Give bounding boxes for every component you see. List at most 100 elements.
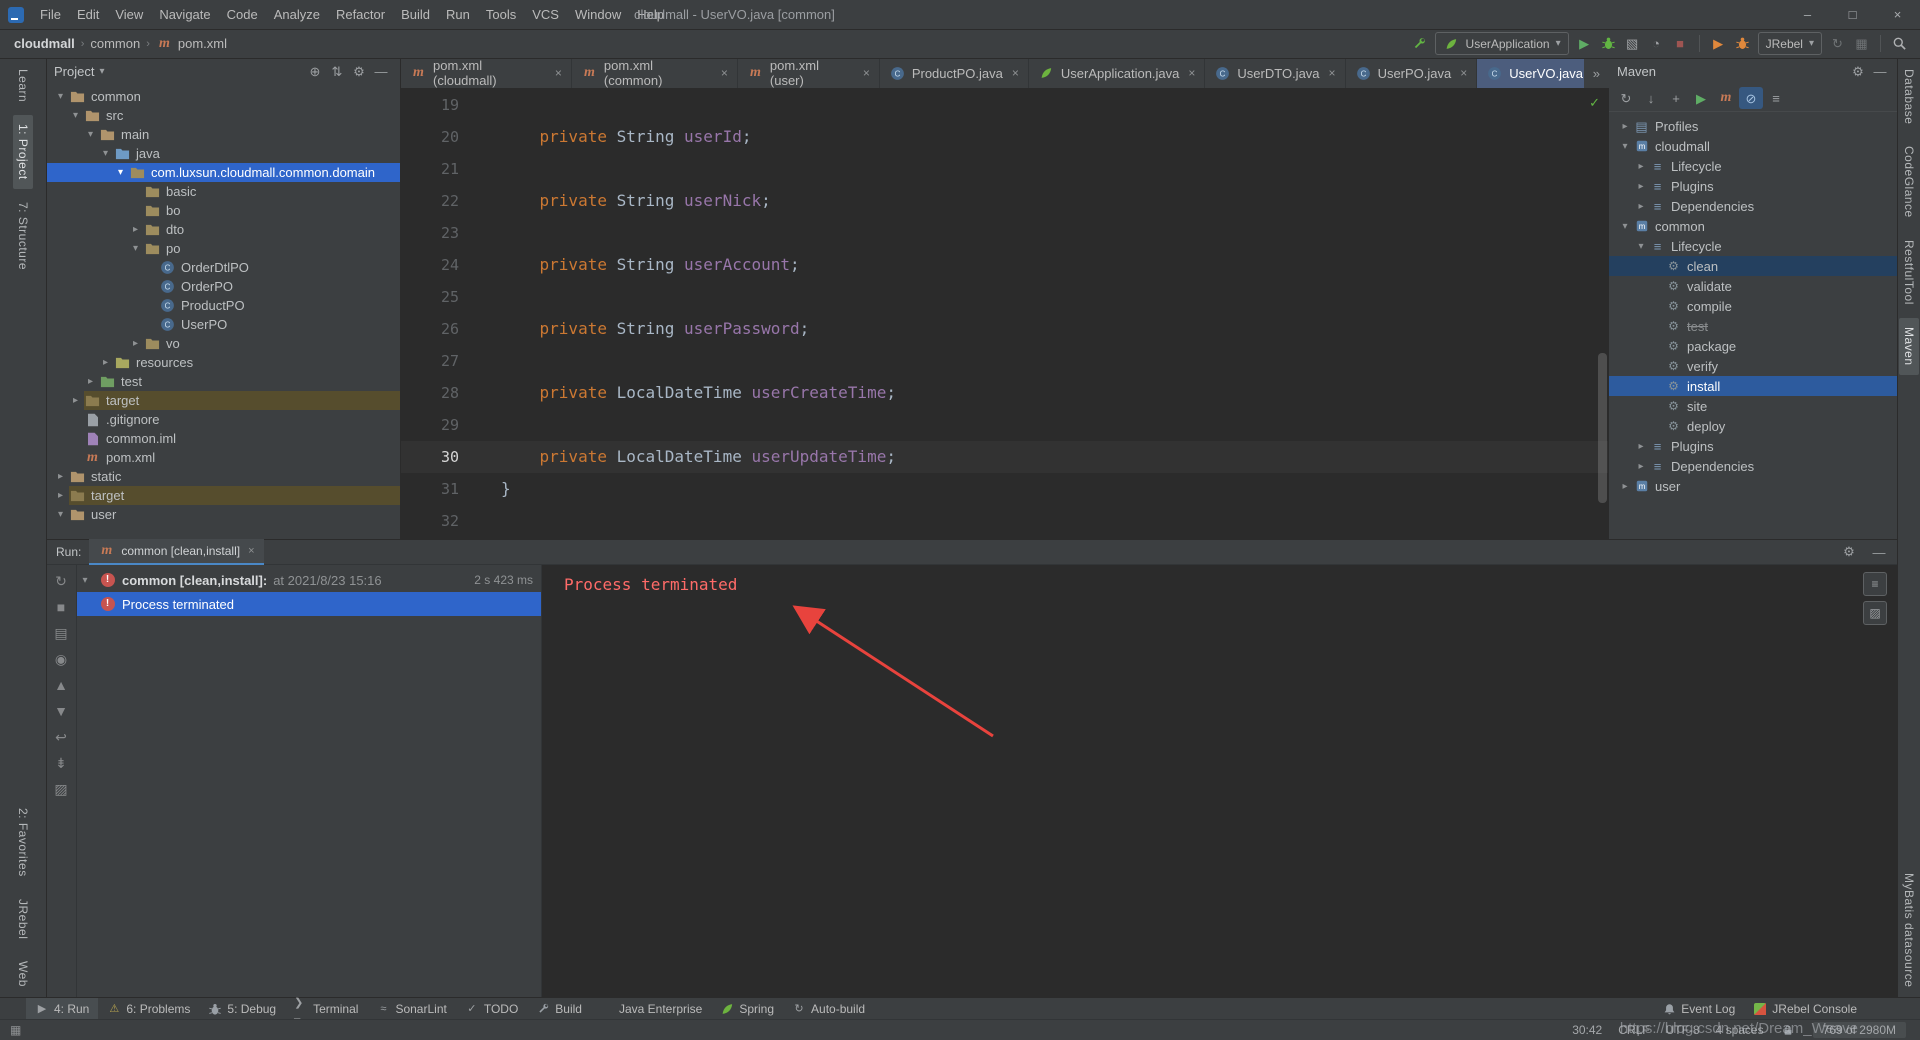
toolwindow-button-5-debug[interactable]: 5: Debug	[199, 998, 285, 1020]
menu-build[interactable]: Build	[393, 0, 438, 29]
download-sources-icon[interactable]: ↓	[1639, 87, 1663, 109]
dependencies-list-icon[interactable]: ≡	[1764, 87, 1788, 109]
editor-tab-userapplication-java[interactable]: UserApplication.java ×	[1029, 58, 1206, 88]
project-tree-item-productpo[interactable]: C ProductPO	[46, 296, 400, 315]
project-tree-item-userpo[interactable]: C UserPO	[46, 315, 400, 334]
code-line[interactable]: 23	[401, 217, 1609, 249]
run-tree-root[interactable]: ▾ ! common [clean,install]: at 2021/8/23…	[77, 568, 541, 592]
gear-icon[interactable]: ⚙	[348, 62, 370, 82]
editor-tab-pom-xml-common[interactable]: m pom.xml (common) ×	[572, 58, 738, 88]
console-clear-icon[interactable]: ▨	[1863, 601, 1887, 625]
stripe-item-mybatis-datasource[interactable]: MyBatis datasource	[1899, 864, 1919, 996]
up-stack-icon[interactable]: ▲	[53, 676, 70, 693]
breadcrumb-pom-xml[interactable]: m pom.xml	[156, 35, 227, 52]
editor-tab-userpo-java[interactable]: C UserPO.java ×	[1346, 58, 1478, 88]
clear-icon[interactable]: ▨	[53, 780, 70, 797]
project-tree-item-static[interactable]: ▸ static	[46, 467, 400, 486]
hide-icon[interactable]: —	[1869, 62, 1891, 82]
project-tree-item-resources[interactable]: ▸ resources	[46, 353, 400, 372]
toolwindow-button-terminal[interactable]: ❯_ Terminal	[285, 998, 367, 1020]
menu-edit[interactable]: Edit	[69, 0, 107, 29]
toolwindow-button-6-problems[interactable]: ⚠ 6: Problems	[98, 998, 199, 1020]
code-line[interactable]: 22 private String userNick;	[401, 185, 1609, 217]
console-settings-icon[interactable]: ≡	[1863, 572, 1887, 596]
maven-tree-item-lifecycle[interactable]: ▸ ≡ Lifecycle	[1609, 156, 1899, 176]
execute-goal-icon[interactable]: m	[1714, 87, 1738, 109]
toolwindow-button-todo[interactable]: ✓ TODO	[456, 998, 527, 1020]
run-console[interactable]: Process terminated ≡ ▨	[542, 565, 1898, 998]
project-tree-item-dto[interactable]: ▸ dto	[46, 220, 400, 239]
toolwindow-button-4-run[interactable]: ▶ 4: Run	[26, 998, 99, 1020]
code-line[interactable]: 20 private String userId;	[401, 121, 1609, 153]
maven-tree-item-verify[interactable]: ⚙ verify	[1609, 356, 1899, 376]
project-tree-item-bo[interactable]: bo	[46, 201, 400, 220]
project-tree-item-common[interactable]: ▾ common	[46, 87, 400, 106]
stripe-item-1-project[interactable]: 1: Project	[13, 115, 33, 189]
run-tab[interactable]: m common [clean,install] ×	[89, 539, 264, 565]
rerun-icon[interactable]: ↻	[53, 572, 70, 589]
maven-tree-item-deploy[interactable]: ⚙ deploy	[1609, 416, 1899, 436]
project-tree-item-common-iml[interactable]: common.iml	[46, 429, 400, 448]
maven-tree-item-user[interactable]: ▸ m user	[1609, 476, 1899, 496]
stripe-item-database[interactable]: Database	[1899, 60, 1919, 133]
chevron-down-icon[interactable]: ▾	[82, 129, 99, 140]
project-tree-item-gitignore[interactable]: .gitignore	[46, 410, 400, 429]
toolwindow-button-jrebel-console[interactable]: JRebel Console	[1744, 998, 1866, 1020]
stripe-item-codeglance[interactable]: CodeGlance	[1899, 137, 1919, 227]
chevron-right-icon[interactable]: ▸	[97, 357, 114, 368]
menu-window[interactable]: Window	[567, 0, 629, 29]
stop-run-icon[interactable]: ■	[1672, 35, 1689, 52]
project-tree-item-user[interactable]: ▾ user	[46, 505, 400, 524]
chevron-right-icon[interactable]: ▸	[52, 490, 69, 501]
menu-tools[interactable]: Tools	[478, 0, 524, 29]
chevron-down-icon[interactable]: ▾	[97, 148, 114, 159]
menu-file[interactable]: File	[32, 0, 69, 29]
code-line[interactable]: 32	[401, 505, 1609, 537]
stripe-item-maven[interactable]: Maven	[1899, 317, 1919, 375]
maven-tree-item-install[interactable]: ⚙ install	[1609, 376, 1899, 396]
project-panel-title[interactable]: Project	[54, 64, 94, 79]
editor-tab-productpo-java[interactable]: C ProductPO.java ×	[880, 58, 1029, 88]
maximize-icon[interactable]: □	[1830, 0, 1875, 29]
code-line[interactable]: 26 private String userPassword;	[401, 313, 1609, 345]
toolwindow-button-java-enterprise[interactable]: Java Enterprise	[591, 998, 711, 1020]
chevron-right-icon[interactable]: ▸	[82, 376, 99, 387]
toolwindow-button-build[interactable]: Build	[527, 998, 591, 1020]
run-config-select[interactable]: UserApplication ▾	[1434, 32, 1569, 55]
hide-icon[interactable]: —	[1868, 542, 1890, 562]
project-tree-item-po[interactable]: ▾ po	[46, 239, 400, 258]
close-tab-icon[interactable]: ×	[248, 545, 254, 557]
search-everywhere-icon[interactable]	[1891, 35, 1908, 52]
editor-tab-pom-xml-cloudmall[interactable]: m pom.xml (cloudmall) ×	[401, 58, 572, 88]
layout-grid-icon[interactable]: ▦	[1853, 35, 1870, 52]
code-line[interactable]: 31}	[401, 473, 1609, 505]
jrebel-select[interactable]: JRebel ▾	[1757, 32, 1822, 55]
maven-tree-item-test[interactable]: ⚙ test	[1609, 316, 1899, 336]
stripe-item-web[interactable]: Web	[13, 952, 33, 996]
run-icon[interactable]: ▶	[1576, 35, 1593, 52]
toolwindow-button-event-log[interactable]: Event Log	[1653, 998, 1744, 1020]
chevron-right-icon[interactable]: ▸	[1633, 181, 1649, 192]
close-tab-icon[interactable]: ×	[555, 66, 562, 80]
soft-wrap-icon[interactable]: ↩	[53, 728, 70, 745]
stripe-item-jrebel[interactable]: JRebel	[13, 890, 33, 948]
stripe-item-restfultool[interactable]: RestfulTool	[1899, 231, 1919, 314]
maven-tree-item-compile[interactable]: ⚙ compile	[1609, 296, 1899, 316]
close-tab-icon[interactable]: ×	[863, 66, 870, 80]
run-tree-item[interactable]: ! Process terminated	[77, 592, 541, 616]
gear-icon[interactable]: ⚙	[1847, 62, 1869, 82]
project-tree-item-src[interactable]: ▾ src	[46, 106, 400, 125]
code-line[interactable]: 30 private LocalDateTime userUpdateTime;	[401, 441, 1609, 473]
project-tree-item-orderdtlpo[interactable]: C OrderDtlPO	[46, 258, 400, 277]
pin-icon[interactable]: ◉	[53, 650, 70, 667]
menu-run[interactable]: Run	[438, 0, 478, 29]
chevron-right-icon[interactable]: ▸	[67, 395, 84, 406]
editor-tab-pom-xml-user[interactable]: m pom.xml (user) ×	[738, 58, 880, 88]
breadcrumb-common[interactable]: common	[90, 36, 140, 51]
code-line[interactable]: 19	[401, 89, 1609, 121]
more-tabs-icon[interactable]: »	[1583, 58, 1609, 88]
project-tree-item-test[interactable]: ▸ test	[46, 372, 400, 391]
code-line[interactable]: 24 private String userAccount;	[401, 249, 1609, 281]
editor-tab-userdto-java[interactable]: C UserDTO.java ×	[1205, 58, 1346, 88]
maven-tree-item-clean[interactable]: ⚙ clean	[1609, 256, 1899, 276]
